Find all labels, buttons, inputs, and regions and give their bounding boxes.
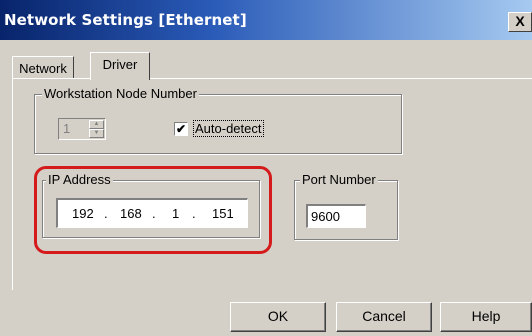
- close-button[interactable]: X: [508, 12, 532, 32]
- checkmark-icon: ✔: [175, 122, 187, 136]
- tab-driver[interactable]: Driver: [90, 52, 150, 80]
- spin-up-icon[interactable]: ▲: [89, 120, 104, 129]
- node-number-spinner[interactable]: 1 ▲ ▼: [58, 118, 106, 140]
- tab-network-label: Network: [19, 61, 67, 76]
- auto-detect-checkbox[interactable]: ✔: [174, 122, 188, 136]
- close-icon: X: [515, 13, 525, 29]
- tab-network[interactable]: Network: [12, 56, 74, 78]
- auto-detect-label[interactable]: Auto-detect: [193, 120, 264, 137]
- ip-address-highlight: [34, 166, 272, 254]
- node-number-value: 1: [63, 121, 71, 136]
- spinner-buttons: ▲ ▼: [89, 120, 104, 138]
- help-button[interactable]: Help: [440, 302, 532, 332]
- workstation-node-group-label: Workstation Node Number: [42, 86, 199, 101]
- port-number-value: 9600: [311, 209, 340, 224]
- port-number-field[interactable]: 9600: [306, 204, 366, 228]
- port-number-group-label: Port Number: [300, 172, 378, 187]
- spin-down-icon[interactable]: ▼: [89, 129, 104, 138]
- cancel-button[interactable]: Cancel: [336, 302, 432, 332]
- ok-button[interactable]: OK: [230, 302, 326, 332]
- tab-driver-label: Driver: [102, 57, 138, 72]
- window-title: Network Settings [Ethernet]: [4, 11, 247, 29]
